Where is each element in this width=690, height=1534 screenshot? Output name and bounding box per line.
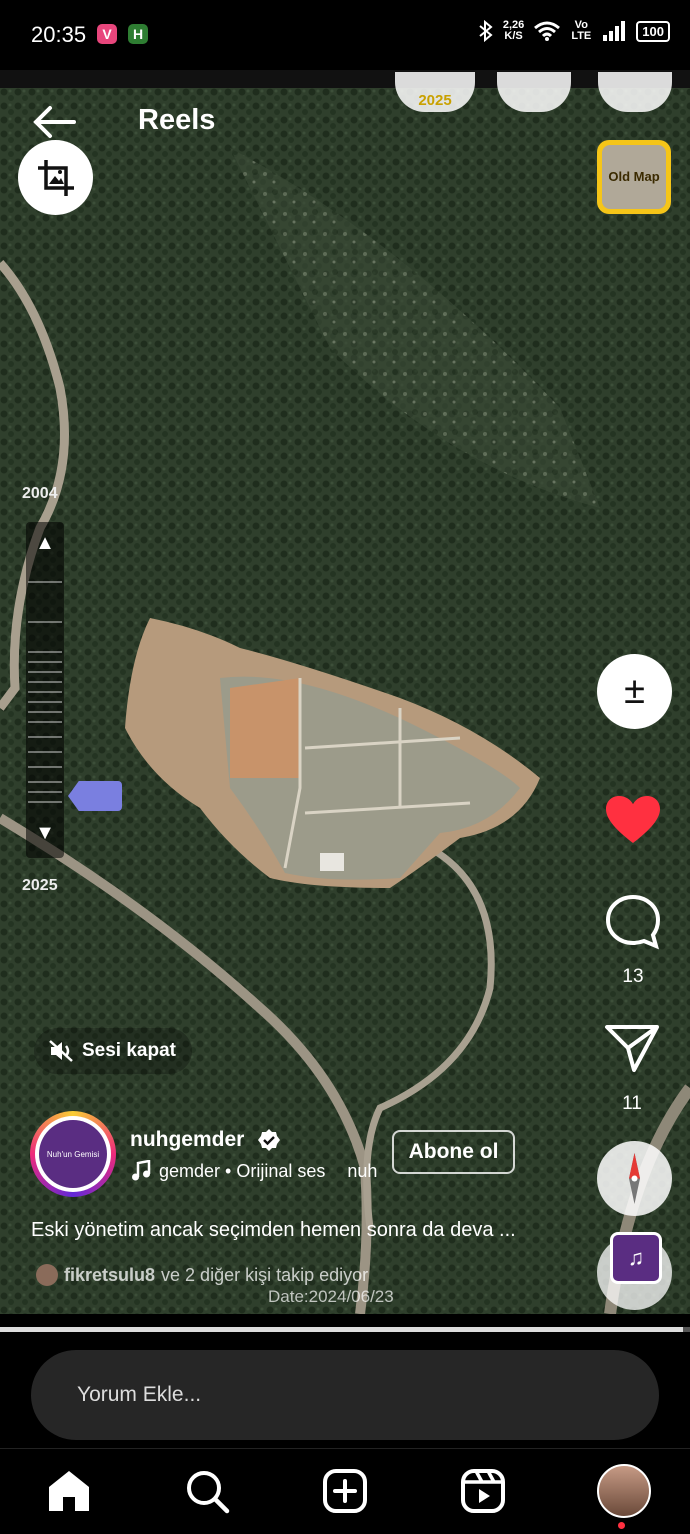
- compass-button[interactable]: [597, 1141, 672, 1216]
- signal-icon: [603, 21, 626, 41]
- home-icon[interactable]: [45, 1467, 93, 1515]
- share-count: 11: [622, 1093, 642, 1114]
- map-year-chip: 2025: [395, 72, 475, 112]
- compass-icon: [629, 1153, 640, 1204]
- search-icon[interactable]: [183, 1467, 231, 1515]
- timeline-ticks: [28, 581, 62, 803]
- followed-by-rest: ve 2 diğer kişi takip ediyor: [161, 1264, 369, 1285]
- status-time: 20:35: [31, 22, 87, 47]
- zoom-button[interactable]: ±: [597, 654, 672, 729]
- audio-overflow-text: nuh: [347, 1160, 378, 1181]
- like-heart-icon[interactable]: [604, 795, 662, 845]
- app-notification-badge: V: [97, 24, 117, 44]
- follow-button[interactable]: Abone ol: [392, 1130, 515, 1174]
- date-overlay: Date:2024/06/23: [268, 1287, 394, 1306]
- profile-avatar[interactable]: [597, 1464, 651, 1518]
- old-map-label: Old Map: [602, 145, 666, 209]
- video-progress-bar[interactable]: [0, 1327, 690, 1332]
- bluetooth-icon: [479, 20, 493, 42]
- network-type: Vo LTE: [571, 19, 592, 42]
- username-link[interactable]: nuhgemder: [130, 1128, 244, 1152]
- mute-sound-button[interactable]: Sesi kapat: [34, 1028, 192, 1074]
- followed-by-line[interactable]: fikretsulu8 ve 2 diğer kişi takip ediyor: [36, 1264, 368, 1286]
- follower-avatar: [36, 1264, 58, 1286]
- audio-track-thumbnail[interactable]: ♫: [610, 1232, 662, 1284]
- battery-icon: 100: [636, 20, 670, 42]
- year-timeline-slider[interactable]: ▲ ▼: [26, 522, 64, 858]
- top-strip: [0, 70, 690, 88]
- comment-count: 13: [622, 966, 644, 987]
- avatar-logo-text: Nuh'un Gemisi: [39, 1120, 107, 1188]
- crop-image-button[interactable]: [18, 140, 93, 215]
- speaker-muted-icon: [49, 1040, 73, 1062]
- video-progress-fill: [0, 1327, 684, 1332]
- status-icons: 2,26 K/S Vo LTE 100: [479, 20, 670, 42]
- comment-input[interactable]: Yorum Ekle...: [31, 1350, 659, 1440]
- bottom-navigation: [0, 1448, 690, 1534]
- verified-badge-icon: [258, 1129, 280, 1151]
- comment-icon[interactable]: [604, 893, 662, 951]
- timeline-end-year: 2025: [22, 877, 58, 894]
- followed-by-user: fikretsulu8: [64, 1264, 156, 1285]
- profile-avatar[interactable]: Nuh'un Gemisi: [35, 1116, 111, 1192]
- app-notification-badge: H: [128, 24, 148, 44]
- page-title: Reels: [138, 104, 216, 136]
- wifi-icon: [534, 21, 561, 41]
- timeline-current-marker[interactable]: [68, 781, 122, 811]
- mute-sound-label: Sesi kapat: [82, 1040, 176, 1061]
- music-note-icon: ♫: [627, 1245, 645, 1270]
- create-icon[interactable]: [321, 1467, 369, 1515]
- notification-dot: [618, 1522, 625, 1529]
- reels-icon[interactable]: [459, 1467, 507, 1515]
- post-caption[interactable]: Eski yönetim ancak seçimden hemen sonra …: [31, 1219, 591, 1242]
- plus-minus-icon: ±: [624, 670, 645, 712]
- network-speed: 2,26 K/S: [502, 19, 525, 42]
- crop-image-icon: [37, 159, 74, 196]
- timeline-start-year: 2004: [22, 485, 58, 502]
- back-arrow-icon[interactable]: [30, 102, 78, 142]
- timeline-bottom-arrow-icon[interactable]: ▼: [26, 822, 64, 845]
- audio-text: gemder • Orijinal ses: [159, 1160, 326, 1181]
- comment-placeholder: Yorum Ekle...: [77, 1383, 202, 1406]
- old-map-button[interactable]: Old Map: [597, 140, 671, 214]
- music-note-icon: [132, 1160, 151, 1181]
- original-audio-link[interactable]: gemder • Orijinal ses nuh: [131, 1160, 386, 1182]
- status-bar: 20:35 V H 2,26 K/S Vo LTE 100: [0, 0, 690, 70]
- share-send-icon[interactable]: [604, 1022, 660, 1074]
